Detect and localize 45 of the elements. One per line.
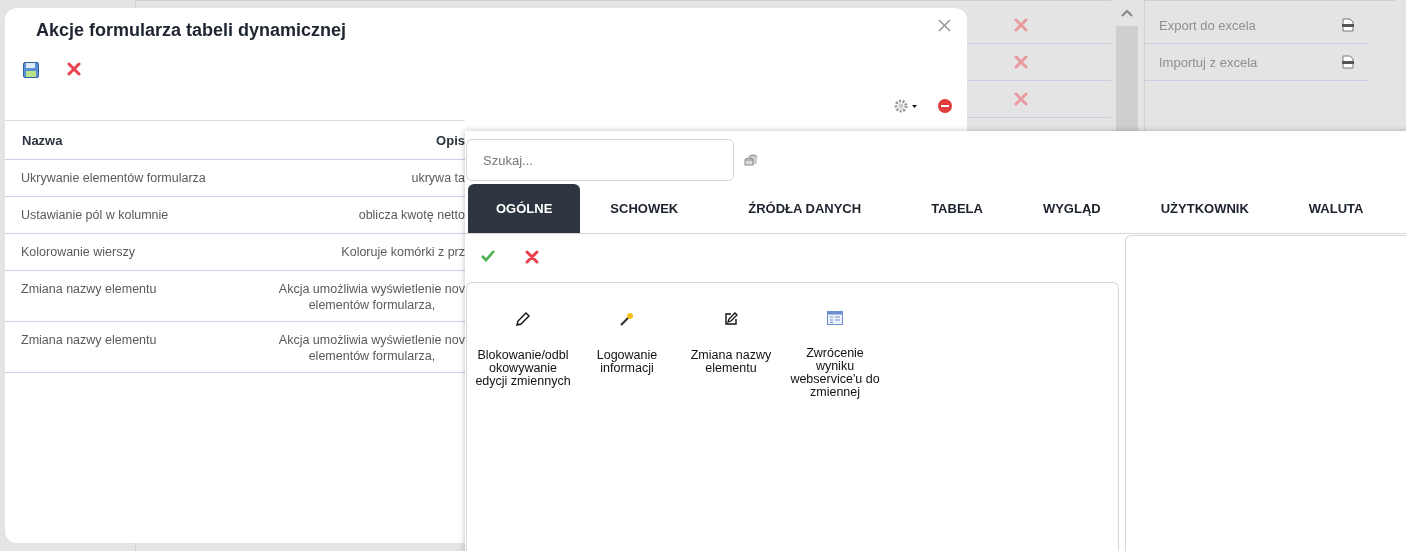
database-icon[interactable] [744, 153, 758, 167]
search-field[interactable]: Szukaj... [466, 139, 734, 181]
delete-icon[interactable] [67, 62, 81, 76]
edit-icon [723, 311, 739, 327]
table-cell-text: ukrywa ta [411, 170, 465, 187]
table-cell-text: Akcja umożliwia wyświetlenie nov elementów formularza, [278, 281, 465, 314]
check-icon[interactable] [481, 250, 495, 262]
menu-label: Importuj z excela [1159, 54, 1258, 70]
delete-icon[interactable] [1014, 92, 1028, 106]
table-cell-text: Kolorowanie wierszy [21, 244, 135, 261]
table-cell-text: Koloruje komórki z prz [341, 244, 465, 261]
table-cell-text: Ustawianie pól w kolumnie [21, 207, 169, 224]
table-cell-text: Zmiana nazwy elementu [21, 281, 157, 298]
tab[interactable]: ŹRÓDŁA DANYCH [708, 184, 902, 233]
action-label[interactable]: Blokowanie/odblokowywanie edycji zmiennych [475, 349, 571, 388]
action-label[interactable]: Zmiana nazwy elementu [683, 349, 779, 375]
pencil-icon [515, 311, 531, 327]
tab[interactable]: WALUTA [1278, 184, 1394, 233]
table-cell-text: oblicza kwotę netto [358, 207, 465, 224]
table-cell-text: Akcja umożliwia wyświetlenie nov elementów formularza, [278, 332, 465, 365]
tab[interactable]: TABELA [901, 184, 1013, 233]
document-icon [1342, 55, 1354, 69]
table-cell-text: Zmiana nazwy elementu [21, 332, 157, 349]
remove-icon[interactable] [937, 98, 953, 114]
tab[interactable]: SCHOWEK [580, 184, 709, 233]
document-icon [1342, 18, 1354, 32]
table-cell-text: Ukrywanie elementów formularza [21, 170, 206, 187]
delete-icon[interactable] [1014, 18, 1028, 32]
tab[interactable]: WYGLĄD [1012, 184, 1131, 233]
delete-icon[interactable] [525, 250, 539, 264]
action-label[interactable]: Logowanie informacji [579, 349, 675, 375]
form-icon [827, 311, 843, 325]
close-icon[interactable] [938, 19, 951, 32]
save-icon[interactable] [23, 62, 39, 78]
action-label[interactable]: Zwrócenie wyniku webservice'u do zmiennej [787, 347, 883, 399]
dialog-title: Akcje formularza tabeli dynamicznej [36, 20, 347, 42]
magic-wand-icon [619, 311, 635, 327]
menu-label: Export do excela [1159, 17, 1256, 33]
scroll-up-icon[interactable] [1121, 9, 1133, 17]
delete-icon[interactable] [1014, 55, 1028, 69]
column-header: Opis [436, 132, 465, 148]
gear-icon[interactable] [893, 98, 917, 114]
tab[interactable]: UŻYTKOWNIK [1130, 184, 1279, 233]
column-header: Nazwa [21, 132, 63, 148]
tab[interactable]: OGÓLNE [468, 184, 581, 233]
